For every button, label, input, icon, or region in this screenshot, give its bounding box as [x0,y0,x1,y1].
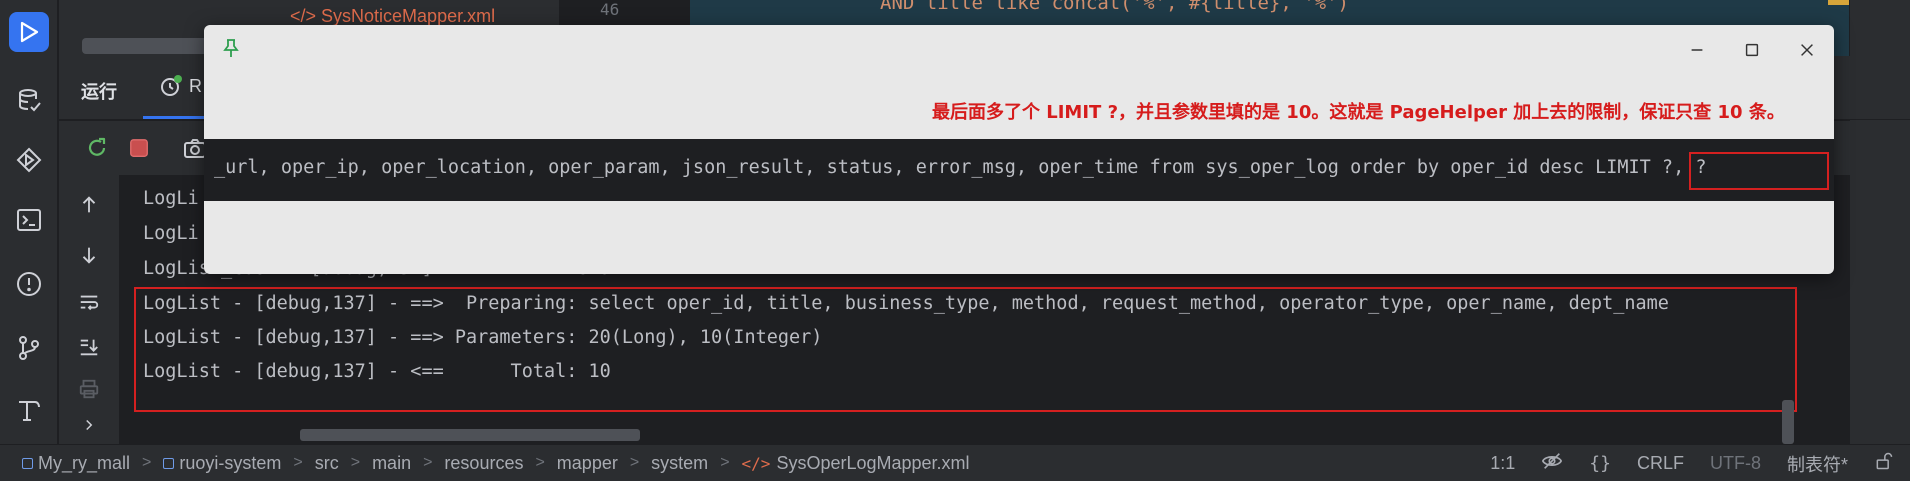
debug-icon[interactable] [9,140,49,180]
console-side-toolbar [59,175,119,444]
console-line: LogLi [143,223,199,244]
no-inspections-icon[interactable] [1541,450,1563,477]
annotation-text: 最后面多了个 LIMIT ?，并且参数里填的是 10。这就是 PageHelpe… [932,102,1785,123]
xml-file-icon: </> [741,453,771,473]
breadcrumb-item[interactable]: main [372,453,411,474]
encoding[interactable]: UTF-8 [1710,453,1761,474]
breadcrumb-item[interactable]: resources [444,453,523,474]
file-tab-sysnoticemapper[interactable]: </> SysNoticeMapper.xml [290,6,495,27]
print-icon[interactable] [75,375,103,403]
minimize-icon[interactable] [1684,37,1710,63]
breadcrumb-label: SysOperLogMapper.xml [776,452,970,473]
run-tab-label: R [189,75,202,96]
breadcrumb-item[interactable]: ruoyi-system [163,453,281,474]
console-line: LogLi [143,188,199,209]
horizontal-scrollbar[interactable] [300,429,640,441]
module-icon [163,457,175,469]
chevron-right-icon: > [720,454,730,471]
run-config-icon [161,75,182,96]
status-right: 1:1 {} CRLF UTF-8 制表符* [1490,445,1910,481]
sql-text: _url, oper_ip, oper_location, oper_param… [214,157,1707,178]
terminal-icon[interactable] [9,200,49,240]
cursor-position[interactable]: 1:1 [1490,453,1515,474]
chevron-right-icon: > [350,454,361,471]
indent-setting[interactable]: 制表符* [1787,451,1848,477]
breadcrumb-item[interactable]: src [315,453,339,474]
scrollbar[interactable] [82,38,212,54]
line-number: 46 [600,0,620,19]
database-icon[interactable] [9,80,49,120]
breadcrumb-label: ruoyi-system [179,452,282,473]
run-icon[interactable] [9,12,49,52]
arrow-down-icon[interactable] [75,241,103,269]
vertical-scrollbar[interactable] [1782,400,1794,444]
expand-icon[interactable] [75,411,103,439]
highlight-box-console [134,287,1797,412]
scroll-to-end-icon[interactable] [75,333,103,361]
chevron-right-icon: > [293,454,303,471]
chevron-right-icon: > [535,454,545,471]
module-icon [22,457,33,469]
problems-icon[interactable] [9,264,49,304]
status-bar: My_ry_mall > ruoyi-system > src > main >… [0,444,1910,481]
braces-icon[interactable]: {} [1589,453,1611,474]
stop-icon[interactable] [125,134,153,162]
chevron-right-icon: > [142,454,152,471]
run-title: 运行 [81,82,117,102]
close-icon[interactable] [1794,37,1820,63]
breadcrumb-item[interactable]: My_ry_mall [22,453,130,474]
chevron-right-icon: > [629,454,640,471]
warning-marker [1828,0,1850,5]
breadcrumb-item[interactable]: system [651,453,708,474]
maximize-icon[interactable] [1739,37,1765,63]
code-line: AND title like concat('%', #{title}, '%'… [880,0,1349,14]
run-tab[interactable]: R [159,74,202,98]
rerun-icon[interactable] [83,134,111,162]
lock-icon[interactable] [1874,451,1894,476]
limit-highlight-box [1689,152,1829,190]
breadcrumb-label: My_ry_mall [38,452,131,473]
breadcrumb-item[interactable]: </> SysOperLogMapper.xml [742,453,970,474]
build-icon[interactable] [9,390,49,430]
soft-wrap-icon[interactable] [75,289,103,317]
pin-icon[interactable] [220,37,242,59]
active-tab-indicator [143,116,213,119]
chevron-right-icon: > [423,454,433,471]
git-icon[interactable] [9,328,49,368]
sql-preview: _url, oper_ip, oper_location, oper_param… [204,139,1834,201]
popup-window: 最后面多了个 LIMIT ?，并且参数里填的是 10。这就是 PageHelpe… [204,25,1834,274]
arrow-up-icon[interactable] [75,191,103,219]
breadcrumb: My_ry_mall > ruoyi-system > src > main >… [0,453,970,474]
activity-bar [0,0,58,444]
breadcrumb-item[interactable]: mapper [557,453,618,474]
line-ending[interactable]: CRLF [1637,453,1684,474]
